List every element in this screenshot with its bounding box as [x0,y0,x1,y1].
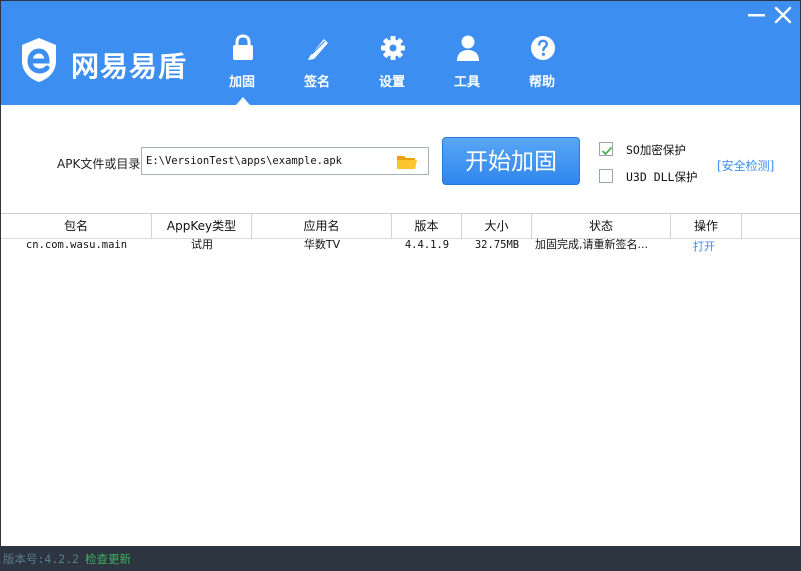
tab-sign[interactable]: 签名 [287,33,347,105]
shield-e-logo-icon [22,38,56,82]
column-header-app-name[interactable]: 应用名 [252,214,392,238]
column-header-version[interactable]: 版本 [392,214,462,238]
status-bar: 版本号:4.2.2 检查更新 [1,546,800,570]
close-button[interactable] [771,5,795,25]
apk-path-value[interactable]: E:\VersionTest\apps\example.apk [146,155,342,167]
tab-help[interactable]: 帮助 [512,33,572,105]
version-label: 版本号:4.2.2 [3,552,80,566]
column-header-package[interactable]: 包名 [1,214,152,238]
so-encrypt-label: SO加密保护 [626,143,686,157]
u3d-dll-label: U3D DLL保护 [626,170,698,184]
lock-icon [233,34,253,60]
security-check-link[interactable]: [安全检测] [717,157,774,174]
folder-icon[interactable] [396,153,418,171]
cell-size: 32.75MB [474,239,520,251]
column-header-appkey-type[interactable]: AppKey类型 [152,214,252,238]
open-link[interactable]: 打开 [671,240,737,258]
cell-package: cn.com.wasu.main [25,239,128,251]
close-icon [774,6,792,24]
column-header-action[interactable]: 操作 [671,214,742,238]
cell-status: 加固完成,请重新签名... [535,238,648,251]
person-icon [457,35,479,61]
u3d-dll-checkbox[interactable] [599,169,613,183]
so-encrypt-checkbox[interactable] [599,142,613,156]
tab-tools[interactable]: 工具 [437,33,497,105]
app-window: 网易易盾 加固 签名 设置 工具 帮助 APK文件或目录 E:\VersionT… [0,0,801,571]
checkmark-icon [601,146,613,156]
column-header-size[interactable]: 大小 [462,214,532,238]
table-header: 包名 AppKey类型 应用名 版本 大小 状态 操作 [1,213,800,239]
tab-sign-label: 签名 [303,75,330,90]
header-bar: 网易易盾 加固 签名 设置 工具 帮助 [1,1,800,105]
app-name: 网易易盾 [71,50,188,83]
cell-app-name: 华数TV [303,238,341,251]
start-harden-button[interactable]: 开始加固 [442,137,580,185]
cell-appkey-type: 试用 [191,238,213,251]
pencil-icon [308,39,328,60]
column-header-status[interactable]: 状态 [532,214,671,238]
tab-harden-label: 加固 [228,75,255,90]
minimize-icon [748,14,765,17]
apk-path-label: APK文件或目录 [57,157,141,171]
tab-settings[interactable]: 设置 [362,33,422,105]
minimize-button[interactable] [745,5,769,25]
check-update-link[interactable]: 检查更新 [85,551,131,567]
help-icon [531,36,555,60]
tab-settings-label: 设置 [378,75,405,90]
apk-path-field[interactable]: E:\VersionTest\apps\example.apk [141,147,429,175]
tab-help-label: 帮助 [528,75,555,90]
cell-version: 4.4.1.9 [404,239,450,251]
tab-harden[interactable]: 加固 [212,33,272,105]
app-logo: 网易易盾 [19,37,199,89]
gear-icon [381,36,405,60]
tab-tools-label: 工具 [453,75,480,90]
selected-tab-indicator [236,97,250,105]
